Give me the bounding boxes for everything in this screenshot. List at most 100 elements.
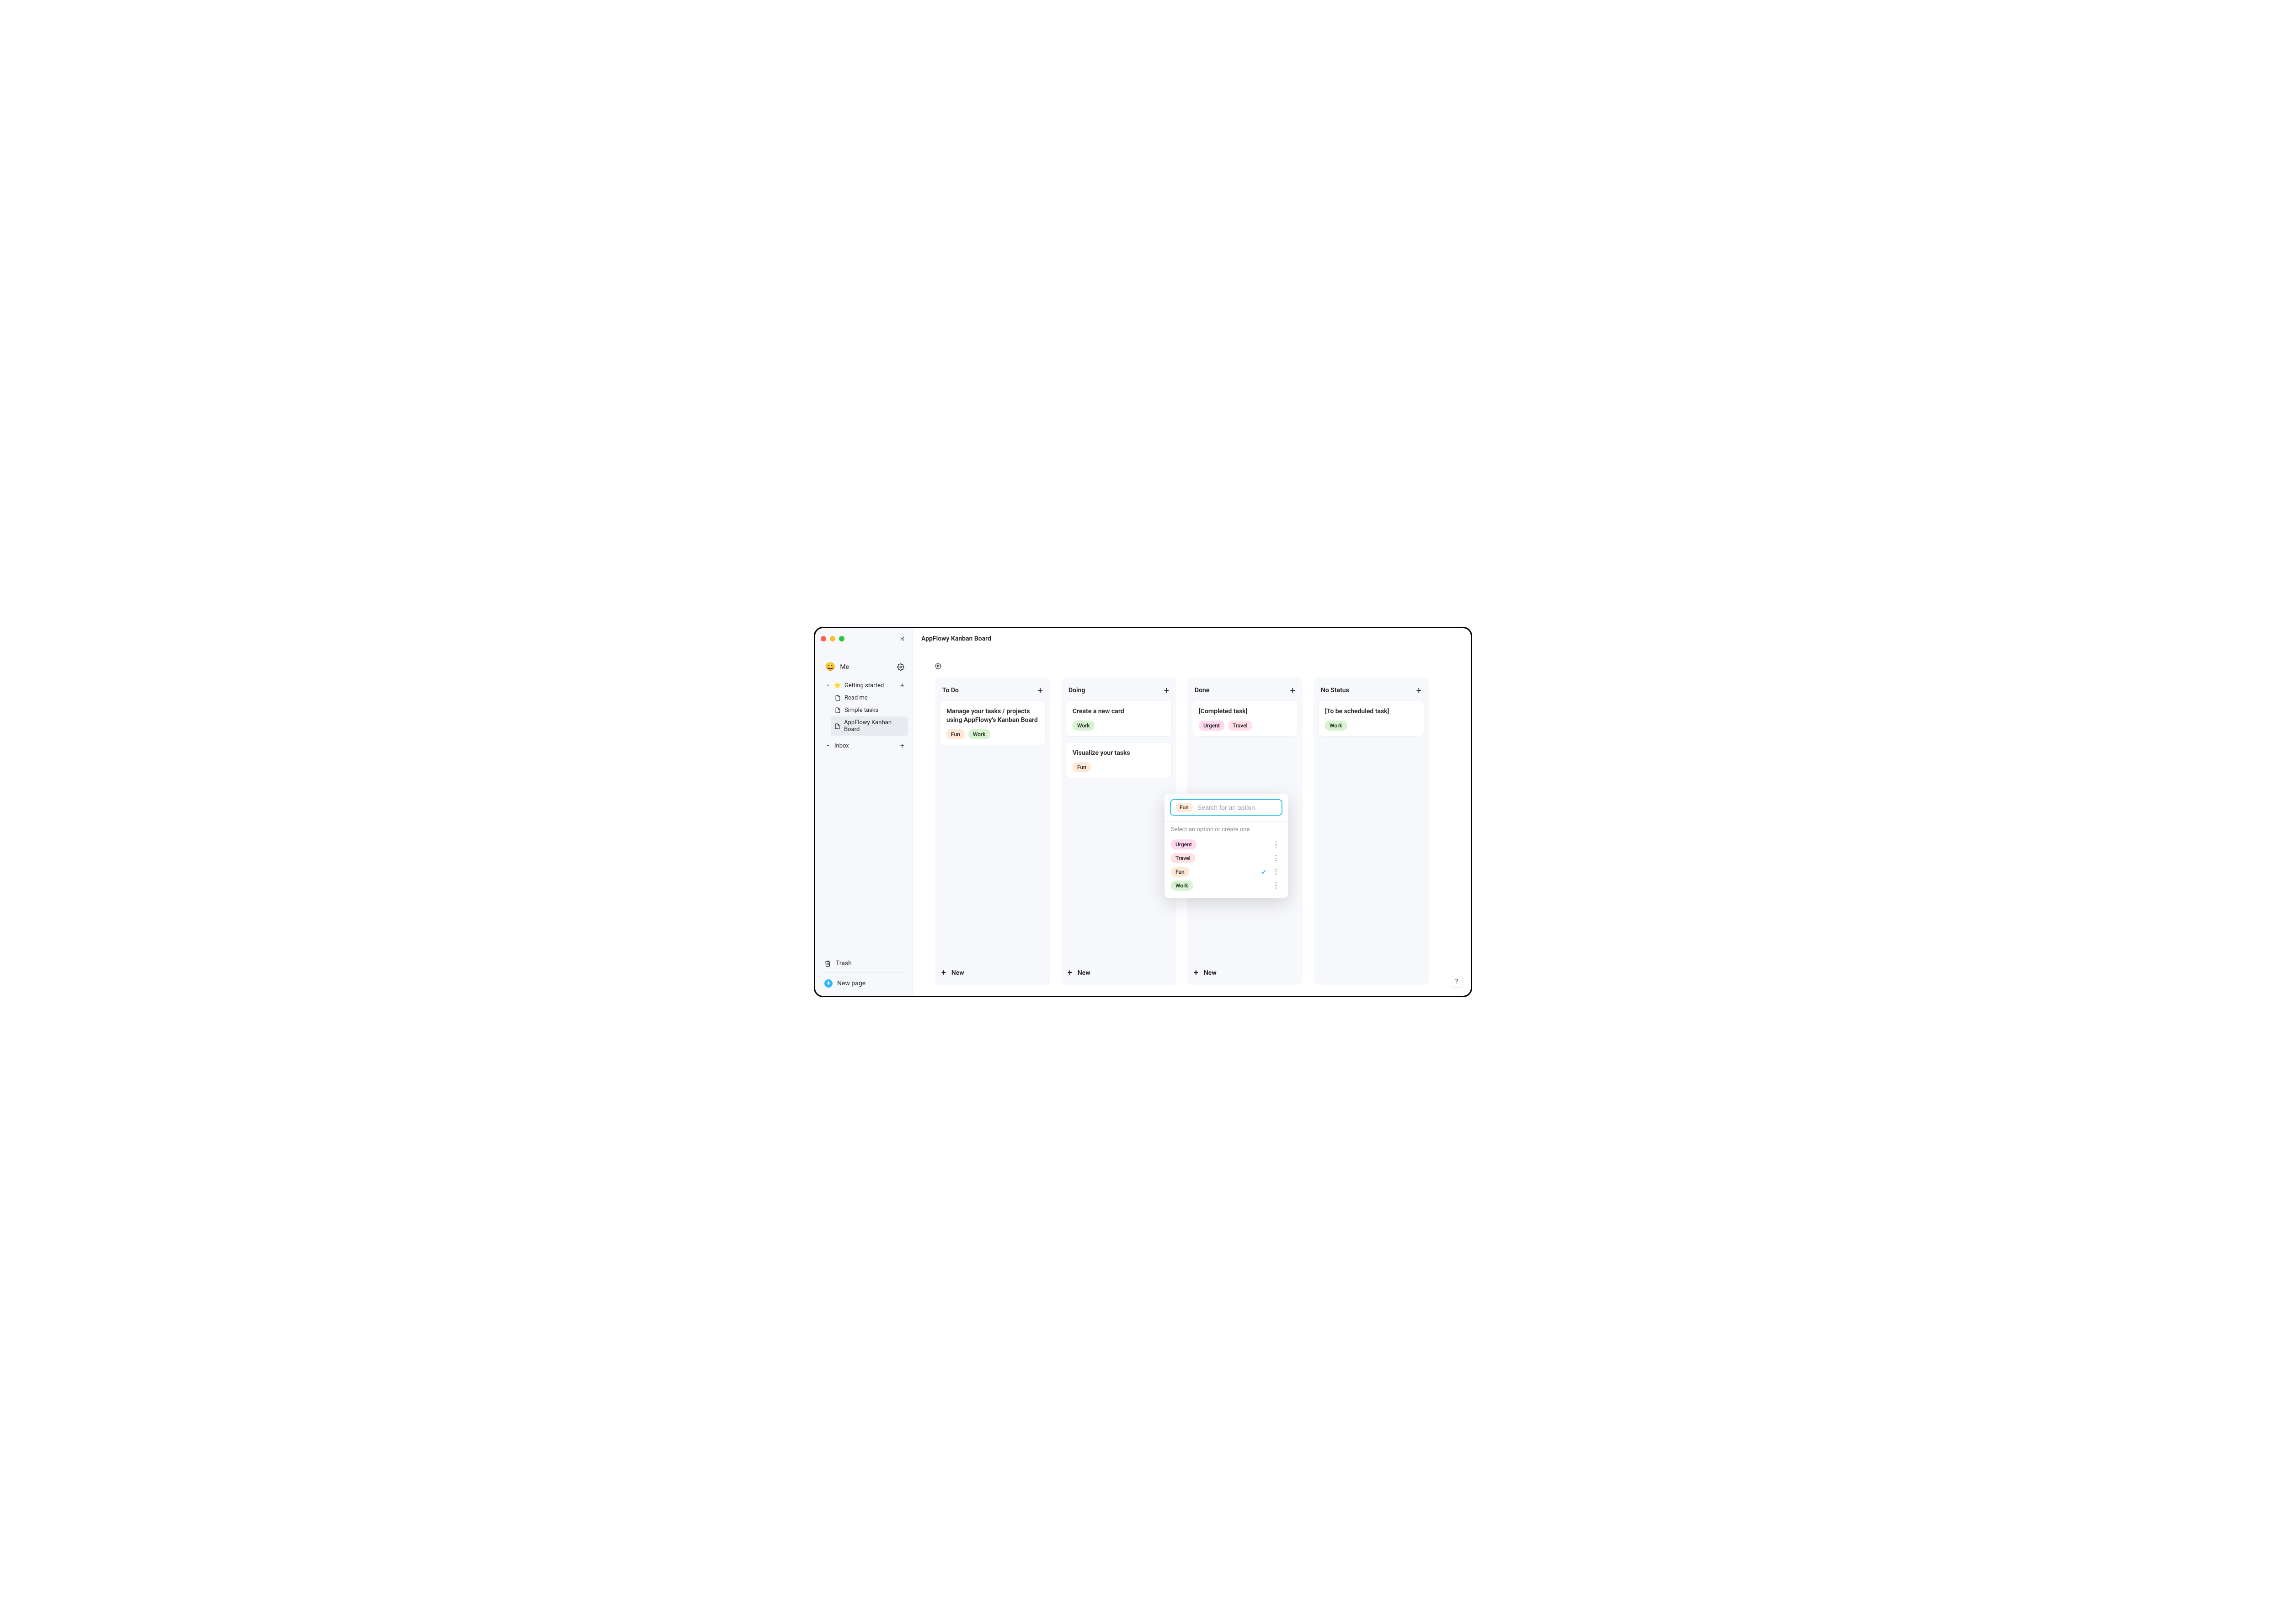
workspace-switcher[interactable]: 😀 Me — [815, 657, 913, 676]
column-title: To Do — [942, 687, 959, 694]
new-card-label: New — [951, 969, 964, 977]
kanban-card[interactable]: [To be scheduled task]Work — [1318, 700, 1424, 737]
trash-icon — [824, 960, 831, 967]
tree-item-getting-started[interactable]: ⭐ Getting started + — [822, 679, 908, 692]
plus-icon: + — [941, 968, 946, 978]
tree-item-kanban-board[interactable]: AppFlowy Kanban Board — [831, 716, 908, 736]
tag-search-field[interactable]: Fun — [1170, 799, 1282, 816]
kanban-card[interactable]: [Completed task] Urgent Travel — [1192, 700, 1298, 737]
kanban-column: To Do + Manage your tasks / projects using… — [935, 678, 1050, 985]
tag-option[interactable]: Urgent ⋮ — [1170, 838, 1282, 851]
column-header: To Do + — [940, 682, 1046, 700]
titlebar — [815, 628, 913, 649]
add-card-button[interactable]: + — [1416, 686, 1421, 695]
more-options-icon[interactable]: ⋮ — [1271, 868, 1282, 876]
collapse-sidebar-button[interactable] — [900, 635, 907, 642]
kanban-column: Doing+Create a new cardWork Visualize you… — [1061, 678, 1176, 985]
tag-chip: Work — [1171, 881, 1193, 891]
document-icon — [834, 723, 840, 729]
close-window-button[interactable] — [821, 636, 826, 641]
card-list: Manage your tasks / projects using AppFl… — [940, 700, 1046, 962]
more-options-icon[interactable]: ⋮ — [1271, 882, 1282, 889]
kanban-column: No Status + [To be scheduled task]Work — [1314, 678, 1429, 985]
card-list: [To be scheduled task]Work — [1318, 700, 1424, 980]
card-tags: Fun — [1073, 762, 1165, 772]
main-area: AppFlowy Kanban Board To Do + Manage your … — [913, 628, 1471, 996]
column-header: No Status + — [1318, 682, 1424, 700]
new-page-button[interactable]: + New page — [822, 976, 906, 991]
column-header: Done + — [1192, 682, 1298, 700]
tree-item-read-me[interactable]: Read me — [831, 692, 908, 704]
add-card-button[interactable]: + — [1290, 686, 1295, 695]
tag-select-popover: Fun Select an option or create one Urgen… — [1164, 794, 1288, 898]
help-button[interactable]: ? — [1451, 976, 1463, 988]
tree-children: Read me Simple tasks AppFlowy Kanban Boa… — [822, 692, 908, 736]
card-tags: Work — [1073, 721, 1165, 731]
new-card-button[interactable]: + New — [940, 962, 1046, 980]
tag-chip: Urgent — [1199, 721, 1224, 731]
page-header: AppFlowy Kanban Board — [913, 628, 1471, 649]
plus-icon: + — [1194, 968, 1198, 978]
tag-option[interactable]: Travel ⋮ — [1170, 851, 1282, 865]
tree-item-label: Inbox — [834, 743, 849, 749]
selected-tag-chip[interactable]: Fun — [1175, 803, 1193, 812]
tag-chip: Fun — [946, 729, 965, 739]
tag-chip: Urgent — [1171, 839, 1196, 849]
chevron-down-icon[interactable] — [825, 743, 831, 748]
chevron-down-icon[interactable] — [825, 683, 831, 688]
card-tags: Work — [1325, 721, 1417, 731]
new-card-label: New — [1204, 969, 1217, 977]
new-card-button[interactable]: +New — [1066, 962, 1172, 980]
new-page-label: New page — [837, 980, 865, 987]
new-card-button[interactable]: + New — [1192, 962, 1298, 980]
kanban-card[interactable]: Create a new cardWork — [1066, 700, 1172, 737]
tag-chip: Work — [1073, 721, 1095, 731]
kanban-card[interactable]: Visualize your tasksFun — [1066, 742, 1172, 778]
tag-chip: Travel — [1171, 853, 1195, 863]
tree-item-label: Getting started — [844, 682, 884, 689]
more-options-icon[interactable]: ⋮ — [1271, 841, 1282, 848]
add-card-button[interactable]: + — [1038, 686, 1043, 695]
page-title: AppFlowy Kanban Board — [921, 635, 991, 642]
divider — [1164, 821, 1288, 822]
popover-hint: Select an option or create one — [1170, 826, 1282, 833]
workspace-name: Me — [840, 663, 849, 671]
tag-option[interactable]: Fun✓⋮ — [1170, 865, 1282, 879]
tag-chip: Travel — [1228, 721, 1252, 731]
sidebar-footer: Trash + New page — [815, 951, 913, 996]
workspace-emoji: 😀 — [825, 662, 835, 672]
traffic-lights — [821, 636, 844, 641]
help-icon: ? — [1455, 978, 1458, 985]
maximize-window-button[interactable] — [839, 636, 844, 641]
gear-icon[interactable] — [897, 663, 904, 671]
document-icon — [834, 707, 841, 713]
divider — [822, 972, 906, 973]
popover-options: Urgent⋮Travel⋮Fun✓⋮Work⋮ — [1170, 838, 1282, 892]
tree-item-simple-tasks[interactable]: Simple tasks — [831, 704, 908, 716]
sidebar: 😀 Me ⭐ Getting started + Read m — [815, 628, 913, 996]
column-title: No Status — [1321, 687, 1349, 694]
tag-search-input[interactable] — [1197, 804, 1280, 811]
card-title: [Completed task] — [1199, 707, 1291, 716]
add-page-button[interactable]: + — [900, 682, 904, 689]
column-header: Doing+ — [1066, 682, 1172, 700]
card-tags: FunWork — [946, 729, 1039, 739]
tag-option[interactable]: Work ⋮ — [1170, 879, 1282, 892]
board-settings-button[interactable] — [935, 663, 1449, 669]
kanban-card[interactable]: Manage your tasks / projects using AppFl… — [940, 700, 1046, 745]
trash-label: Trash — [836, 960, 852, 967]
card-tags: Urgent Travel — [1199, 721, 1291, 731]
tag-chip: Fun — [1171, 867, 1189, 877]
add-page-button[interactable]: + — [900, 742, 904, 749]
document-icon — [834, 695, 841, 701]
tag-chip: Work — [1325, 721, 1347, 731]
card-list: Create a new cardWork Visualize your task… — [1066, 700, 1172, 962]
column-title: Done — [1195, 687, 1209, 694]
trash-button[interactable]: Trash — [822, 956, 906, 971]
tag-chip: Work — [968, 729, 990, 739]
tree-item-inbox[interactable]: Inbox + — [822, 739, 908, 752]
more-options-icon[interactable]: ⋮ — [1271, 855, 1282, 862]
add-card-button[interactable]: + — [1164, 686, 1169, 695]
plus-circle-icon: + — [824, 979, 833, 988]
minimize-window-button[interactable] — [830, 636, 835, 641]
